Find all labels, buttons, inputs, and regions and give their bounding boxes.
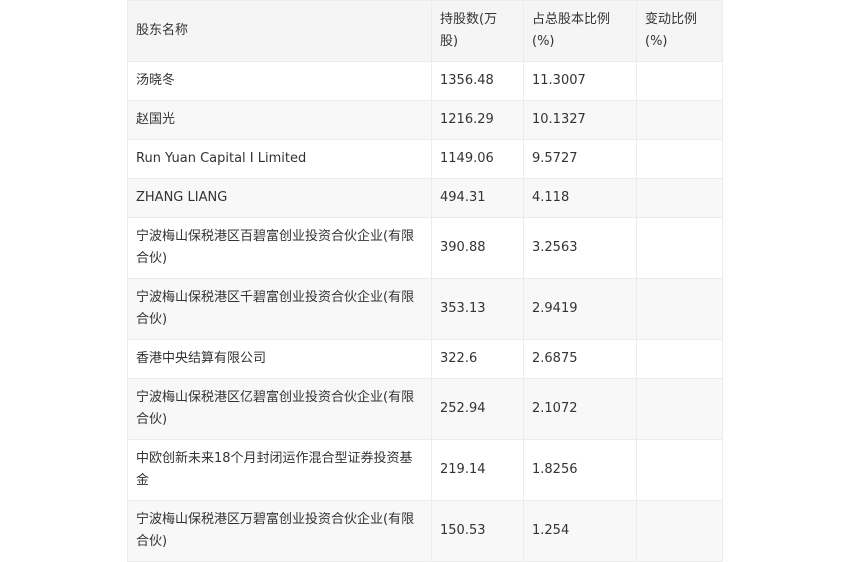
table-row: 宁波梅山保税港区亿碧富创业投资合伙企业(有限合伙) 252.94 2.1072 [127, 378, 723, 440]
cell-ratio: 1.254 [523, 500, 637, 562]
cell-change [636, 339, 723, 379]
cell-ratio: 1.8256 [523, 439, 637, 501]
cell-shares: 252.94 [431, 378, 524, 440]
shareholder-table-container: 股东名称 持股数(万股) 占总股本比例(%) 变动比例(%) 汤晓冬 1356.… [127, 0, 723, 562]
cell-shareholder-name: Run Yuan Capital I Limited [127, 139, 432, 179]
cell-shares: 1356.48 [431, 61, 524, 101]
cell-ratio: 2.6875 [523, 339, 637, 379]
table-row: 赵国光 1216.29 10.1327 [127, 100, 723, 140]
cell-shares: 219.14 [431, 439, 524, 501]
cell-shares: 353.13 [431, 278, 524, 340]
table-row: Run Yuan Capital I Limited 1149.06 9.572… [127, 139, 723, 179]
cell-change [636, 100, 723, 140]
cell-change [636, 217, 723, 279]
header-ratio: 占总股本比例(%) [523, 0, 637, 62]
table-row: 宁波梅山保税港区千碧富创业投资合伙企业(有限合伙) 353.13 2.9419 [127, 278, 723, 340]
cell-shareholder-name: 中欧创新未来18个月封闭运作混合型证券投资基金 [127, 439, 432, 501]
cell-shares: 1216.29 [431, 100, 524, 140]
cell-change [636, 500, 723, 562]
cell-shares: 322.6 [431, 339, 524, 379]
table-row: 宁波梅山保税港区百碧富创业投资合伙企业(有限合伙) 390.88 3.2563 [127, 217, 723, 279]
cell-shareholder-name: 宁波梅山保税港区千碧富创业投资合伙企业(有限合伙) [127, 278, 432, 340]
table-row: 宁波梅山保税港区万碧富创业投资合伙企业(有限合伙) 150.53 1.254 [127, 500, 723, 562]
header-change: 变动比例(%) [636, 0, 723, 62]
cell-shareholder-name: ZHANG LIANG [127, 178, 432, 218]
cell-ratio: 9.5727 [523, 139, 637, 179]
cell-ratio: 2.9419 [523, 278, 637, 340]
table-header: 股东名称 持股数(万股) 占总股本比例(%) 变动比例(%) [127, 0, 723, 62]
cell-shareholder-name: 宁波梅山保税港区万碧富创业投资合伙企业(有限合伙) [127, 500, 432, 562]
cell-change [636, 439, 723, 501]
cell-ratio: 3.2563 [523, 217, 637, 279]
cell-shares: 1149.06 [431, 139, 524, 179]
table-row: 中欧创新未来18个月封闭运作混合型证券投资基金 219.14 1.8256 [127, 439, 723, 501]
cell-ratio: 2.1072 [523, 378, 637, 440]
table-body: 汤晓冬 1356.48 11.3007 赵国光 1216.29 10.1327 … [127, 61, 723, 562]
header-shares: 持股数(万股) [431, 0, 524, 62]
cell-shareholder-name: 赵国光 [127, 100, 432, 140]
header-row: 股东名称 持股数(万股) 占总股本比例(%) 变动比例(%) [127, 0, 723, 62]
cell-ratio: 11.3007 [523, 61, 637, 101]
table-row: 汤晓冬 1356.48 11.3007 [127, 61, 723, 101]
header-shareholder-name: 股东名称 [127, 0, 432, 62]
cell-change [636, 278, 723, 340]
cell-shareholder-name: 汤晓冬 [127, 61, 432, 101]
table-row: 香港中央结算有限公司 322.6 2.6875 [127, 339, 723, 379]
table-row: ZHANG LIANG 494.31 4.118 [127, 178, 723, 218]
cell-change [636, 139, 723, 179]
cell-shares: 390.88 [431, 217, 524, 279]
cell-change [636, 378, 723, 440]
cell-shareholder-name: 宁波梅山保税港区百碧富创业投资合伙企业(有限合伙) [127, 217, 432, 279]
cell-shareholder-name: 香港中央结算有限公司 [127, 339, 432, 379]
cell-shares: 494.31 [431, 178, 524, 218]
cell-shares: 150.53 [431, 500, 524, 562]
cell-ratio: 10.1327 [523, 100, 637, 140]
cell-shareholder-name: 宁波梅山保税港区亿碧富创业投资合伙企业(有限合伙) [127, 378, 432, 440]
cell-change [636, 178, 723, 218]
cell-change [636, 61, 723, 101]
cell-ratio: 4.118 [523, 178, 637, 218]
shareholder-table: 股东名称 持股数(万股) 占总股本比例(%) 变动比例(%) 汤晓冬 1356.… [127, 0, 723, 562]
